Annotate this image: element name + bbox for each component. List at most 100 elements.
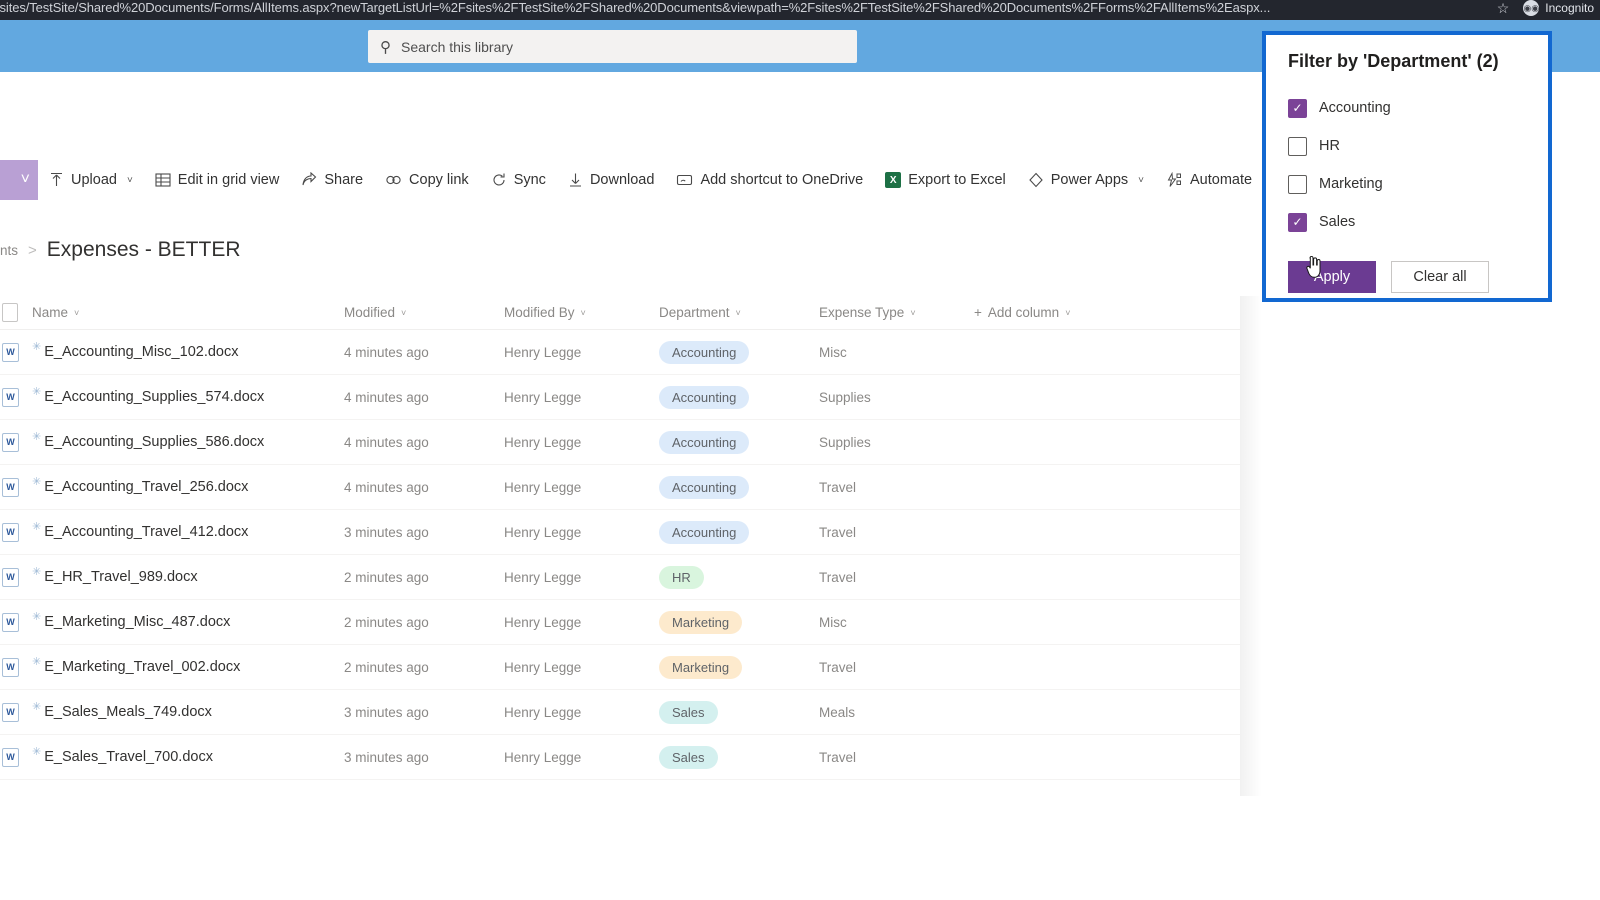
toolbar-item-sync[interactable]: Sync xyxy=(480,160,557,200)
row-icon-cell: W xyxy=(0,343,32,362)
department-cell: Marketing xyxy=(659,611,819,634)
column-header-modified[interactable]: Modified ˅ xyxy=(344,305,504,320)
toolbar-label: Export to Excel xyxy=(908,172,1006,188)
filter-option-marketing[interactable]: Marketing xyxy=(1288,165,1528,203)
apply-button[interactable]: Apply xyxy=(1288,261,1376,293)
toolbar-item-upload[interactable]: Upload ˅ xyxy=(38,160,144,200)
file-name-cell[interactable]: ✳E_Accounting_Supplies_586.docx xyxy=(32,434,344,450)
toolbar-item-add-shortcut-to-onedrive[interactable]: Add shortcut to OneDrive xyxy=(665,160,874,200)
filter-option-hr[interactable]: HR xyxy=(1288,127,1528,165)
toolbar-item-export-to-excel[interactable]: X Export to Excel xyxy=(874,160,1017,200)
modified-by-cell: Henry Legge xyxy=(504,660,659,675)
browser-url-bar[interactable]: /sites/TestSite/Shared%20Documents/Forms… xyxy=(0,0,1600,20)
row-icon-cell: W xyxy=(0,658,32,677)
column-label: Add column xyxy=(988,305,1059,320)
table-row[interactable]: W✳E_Sales_Travel_700.docx3 minutes agoHe… xyxy=(0,735,1240,780)
add-column-button[interactable]: + Add column ˅ xyxy=(974,305,1070,320)
toolbar-item-copy-link[interactable]: Copy link xyxy=(374,160,480,200)
checkbox-checked-icon[interactable]: ✓ xyxy=(1288,213,1307,232)
department-pill: Marketing xyxy=(659,656,742,679)
toolbar-label: Sync xyxy=(514,172,546,188)
table-row[interactable]: W✳E_Accounting_Travel_256.docx4 minutes … xyxy=(0,465,1240,510)
modified-by-cell: Henry Legge xyxy=(504,390,659,405)
table-row[interactable]: W✳E_Accounting_Supplies_574.docx4 minute… xyxy=(0,375,1240,420)
table-row[interactable]: W✳E_HR_Travel_989.docx2 minutes agoHenry… xyxy=(0,555,1240,600)
chevron-down-icon: ˅ xyxy=(21,171,30,189)
toolbar-item-power-apps[interactable]: Power Apps ˅ xyxy=(1017,160,1155,200)
chevron-down-icon: ˅ xyxy=(1138,175,1144,186)
expense-type-cell: Travel xyxy=(819,570,974,585)
modified-cell: 4 minutes ago xyxy=(344,390,504,405)
table-row[interactable]: W✳E_Sales_Meals_749.docx3 minutes agoHen… xyxy=(0,690,1240,735)
new-item-sparkle-icon: ✳ xyxy=(32,475,41,488)
new-item-sparkle-icon: ✳ xyxy=(32,565,41,578)
excel-icon: X xyxy=(885,172,901,188)
file-name-cell[interactable]: ✳E_Accounting_Travel_412.docx xyxy=(32,524,344,540)
filter-option-label: Marketing xyxy=(1319,176,1383,192)
url-text: /sites/TestSite/Shared%20Documents/Forms… xyxy=(0,0,1270,15)
toolbar-label: Share xyxy=(324,172,363,188)
table-row[interactable]: W✳E_Accounting_Supplies_586.docx4 minute… xyxy=(0,420,1240,465)
sync-icon xyxy=(491,172,507,188)
expense-type-cell: Travel xyxy=(819,480,974,495)
file-name: E_Accounting_Travel_256.docx xyxy=(44,479,248,495)
row-icon-cell: W xyxy=(0,523,32,542)
row-icon-cell: W xyxy=(0,613,32,632)
column-header-row: Name ˅ Modified ˅ Modified By ˅ Departme… xyxy=(0,296,1240,330)
word-document-icon: W xyxy=(2,748,19,767)
file-name: E_Accounting_Supplies_574.docx xyxy=(44,389,264,405)
link-icon xyxy=(385,172,402,188)
department-cell: Marketing xyxy=(659,656,819,679)
table-row[interactable]: W✳E_Marketing_Travel_002.docx2 minutes a… xyxy=(0,645,1240,690)
incognito-badge[interactable]: ◉◉ Incognito xyxy=(1523,0,1594,16)
file-name-cell[interactable]: ✳E_Marketing_Misc_487.docx xyxy=(32,614,344,630)
breadcrumb: nts > Expenses - BETTER xyxy=(0,238,241,262)
toolbar-label: Power Apps xyxy=(1051,172,1128,188)
toolbar-item-download[interactable]: Download xyxy=(557,160,666,200)
file-name-cell[interactable]: ✳E_Accounting_Travel_256.docx xyxy=(32,479,344,495)
column-header-modified-by[interactable]: Modified By ˅ xyxy=(504,305,659,320)
modified-cell: 2 minutes ago xyxy=(344,570,504,585)
modified-by-cell: Henry Legge xyxy=(504,525,659,540)
word-document-icon: W xyxy=(2,523,19,542)
table-row[interactable]: W✳E_Accounting_Misc_102.docx4 minutes ag… xyxy=(0,330,1240,375)
modified-by-cell: Henry Legge xyxy=(504,570,659,585)
new-item-sparkle-icon: ✳ xyxy=(32,430,41,443)
filter-option-label: Accounting xyxy=(1319,100,1391,116)
file-name-cell[interactable]: ✳E_Accounting_Supplies_574.docx xyxy=(32,389,344,405)
chevron-down-icon: ˅ xyxy=(910,308,915,318)
column-header-name[interactable]: Name ˅ xyxy=(32,305,344,320)
file-name-cell[interactable]: ✳E_Marketing_Travel_002.docx xyxy=(32,659,344,675)
column-header-department[interactable]: Department ˅ xyxy=(659,305,819,320)
toolbar-item-automate[interactable]: Automate ˅ xyxy=(1155,160,1279,200)
expense-type-cell: Supplies xyxy=(819,435,974,450)
checkbox-unchecked-icon[interactable] xyxy=(1288,175,1307,194)
filter-option-sales[interactable]: ✓Sales xyxy=(1288,203,1528,241)
clear-all-button[interactable]: Clear all xyxy=(1391,261,1489,293)
filter-option-accounting[interactable]: ✓ Accounting xyxy=(1288,89,1528,127)
file-name-cell[interactable]: ✳E_Sales_Meals_749.docx xyxy=(32,704,344,720)
toolbar-item-edit-in-grid-view[interactable]: Edit in grid view xyxy=(144,160,291,200)
department-cell: Accounting xyxy=(659,431,819,454)
modified-cell: 4 minutes ago xyxy=(344,435,504,450)
search-input[interactable]: ⚲ Search this library xyxy=(368,30,857,63)
browser-chrome-right: ☆ ◉◉ Incognito xyxy=(1497,0,1600,18)
toolbar-item-share[interactable]: Share xyxy=(290,160,374,200)
expense-type-cell: Supplies xyxy=(819,390,974,405)
file-name-cell[interactable]: ✳E_Sales_Travel_700.docx xyxy=(32,749,344,765)
table-row[interactable]: W✳E_Marketing_Misc_487.docx2 minutes ago… xyxy=(0,600,1240,645)
star-icon[interactable]: ☆ xyxy=(1497,0,1510,17)
expense-type-cell: Meals xyxy=(819,705,974,720)
plus-icon: + xyxy=(974,305,982,320)
column-header-expense-type[interactable]: Expense Type ˅ xyxy=(819,305,974,320)
new-button[interactable]: ˅ xyxy=(0,160,38,200)
table-row[interactable]: W✳E_Accounting_Travel_412.docx3 minutes … xyxy=(0,510,1240,555)
checkbox-checked-icon[interactable]: ✓ xyxy=(1288,99,1307,118)
checkbox-unchecked-icon[interactable] xyxy=(1288,137,1307,156)
department-cell: Sales xyxy=(659,701,819,724)
file-name-cell[interactable]: ✳E_Accounting_Misc_102.docx xyxy=(32,344,344,360)
command-bar: ˅ Upload ˅ Edit in grid view Share Cop xyxy=(0,160,1262,200)
breadcrumb-parent[interactable]: nts xyxy=(0,243,18,258)
new-item-sparkle-icon: ✳ xyxy=(32,520,41,533)
file-name-cell[interactable]: ✳E_HR_Travel_989.docx xyxy=(32,569,344,585)
